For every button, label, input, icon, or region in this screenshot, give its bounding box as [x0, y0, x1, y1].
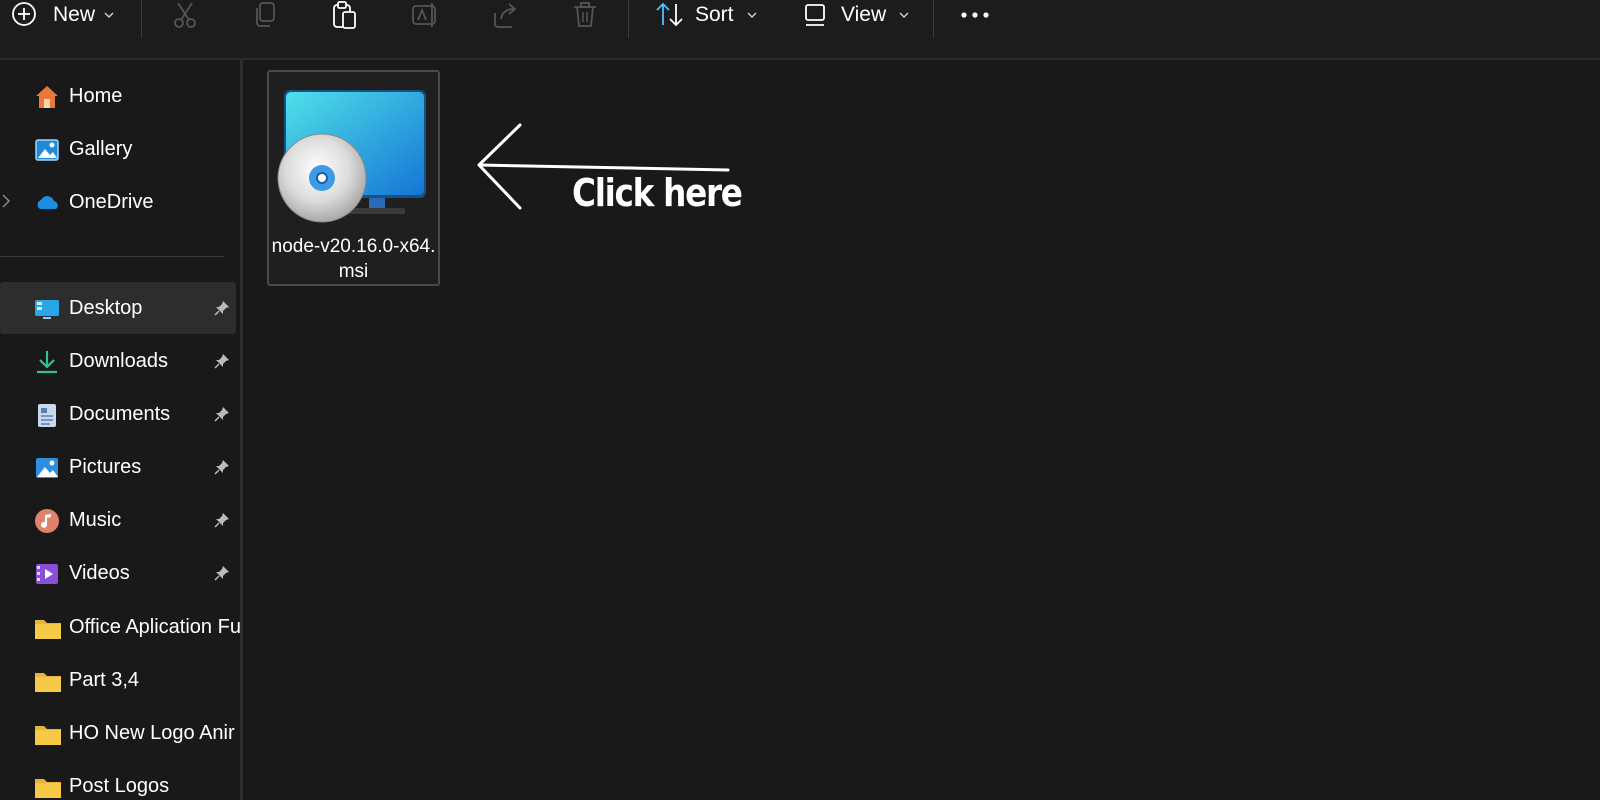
sidebar-item-label: Gallery [69, 137, 133, 160]
sidebar-item-label: Music [69, 508, 122, 531]
folder-icon [34, 774, 61, 800]
view-button[interactable]: View [804, 0, 910, 30]
navigation-pane: Home Gallery OneDrive Desktop Downloads [0, 60, 240, 800]
sidebar-item-onedrive[interactable]: OneDrive [0, 176, 236, 228]
chevron-down-icon [898, 6, 910, 24]
sidebar-item-home[interactable]: Home [0, 70, 236, 122]
pin-icon[interactable] [213, 458, 231, 481]
sidebar-item-label: HO New Logo Anir [69, 721, 235, 744]
sort-arrows-icon [655, 1, 685, 29]
scissors-icon [172, 1, 198, 29]
sidebar-item-label: Home [69, 84, 123, 107]
music-icon [34, 508, 60, 534]
sidebar-item-label: Pictures [69, 455, 142, 478]
sidebar-item-folder[interactable]: HO New Logo Anir [0, 707, 236, 759]
plus-circle-icon [11, 1, 39, 29]
desktop-icon [34, 296, 60, 322]
sidebar-item-videos[interactable]: Videos [0, 547, 236, 599]
rename-button[interactable] [411, 0, 441, 30]
new-button[interactable]: New [11, 0, 115, 30]
pin-icon[interactable] [213, 352, 231, 375]
sort-button-label: Sort [695, 3, 734, 26]
rename-icon [411, 1, 441, 29]
sidebar-item-label: Desktop [69, 296, 143, 319]
more-dots-icon [960, 10, 990, 20]
chevron-down-icon [103, 6, 115, 24]
sidebar-item-label: OneDrive [69, 190, 154, 213]
sidebar-item-gallery[interactable]: Gallery [0, 123, 236, 175]
downloads-icon [34, 349, 60, 375]
sidebar-divider [0, 256, 224, 257]
more-options-button[interactable] [960, 0, 990, 30]
sidebar-item-label: Part 3,4 [69, 668, 140, 691]
delete-button[interactable] [572, 0, 598, 30]
gallery-icon [34, 137, 60, 163]
folder-icon [34, 615, 61, 641]
toolbar-divider [628, 0, 629, 38]
pane-splitter[interactable] [240, 60, 243, 800]
sidebar-item-folder[interactable]: Office Aplication Fu [0, 601, 240, 653]
home-icon [34, 84, 60, 110]
toolbar-divider [933, 0, 934, 38]
trash-icon [572, 1, 598, 29]
paste-button[interactable] [332, 0, 358, 30]
file-name: node-v20.16.0-x64.msi [271, 236, 436, 282]
annotation-label: Click here [572, 171, 743, 215]
copy-icon [252, 1, 278, 29]
sidebar-item-documents[interactable]: Documents [0, 388, 236, 440]
sidebar-item-label: Office Aplication Fu [69, 615, 240, 638]
pictures-icon [34, 455, 60, 481]
new-button-label: New [53, 3, 96, 26]
sidebar-item-downloads[interactable]: Downloads [0, 335, 236, 387]
copy-button[interactable] [252, 0, 278, 30]
sidebar-item-pictures[interactable]: Pictures [0, 441, 236, 493]
pin-icon[interactable] [213, 564, 231, 587]
clipboard-icon [332, 0, 358, 30]
chevron-down-icon [746, 6, 758, 24]
file-item[interactable]: node-v20.16.0-x64.msi [267, 70, 440, 286]
cut-button[interactable] [172, 0, 198, 30]
sidebar-item-label: Videos [69, 561, 130, 584]
folder-icon [34, 721, 61, 747]
toolbar-divider [141, 0, 142, 38]
sidebar-item-music[interactable]: Music [0, 494, 236, 546]
pin-icon[interactable] [213, 405, 231, 428]
folder-icon [34, 668, 61, 694]
msi-installer-icon [277, 88, 429, 233]
sort-button[interactable]: Sort [655, 0, 758, 30]
share-icon [492, 1, 520, 29]
pin-icon[interactable] [213, 511, 231, 534]
videos-icon [34, 561, 60, 587]
onedrive-icon [34, 190, 60, 216]
share-button[interactable] [492, 0, 520, 30]
view-layout-icon [804, 2, 828, 28]
sidebar-item-label: Downloads [69, 349, 168, 372]
sidebar-item-label: Documents [69, 402, 171, 425]
sidebar-item-folder[interactable]: Post Logos [0, 760, 236, 800]
documents-icon [34, 402, 60, 428]
sidebar-item-label: Post Logos [69, 774, 170, 797]
pin-icon[interactable] [213, 299, 231, 322]
chevron-right-icon[interactable] [1, 193, 11, 214]
command-bar: New Sort View [0, 0, 1600, 60]
sidebar-item-desktop[interactable]: Desktop [0, 282, 236, 334]
view-button-label: View [841, 3, 887, 26]
sidebar-item-folder[interactable]: Part 3,4 [0, 654, 236, 706]
